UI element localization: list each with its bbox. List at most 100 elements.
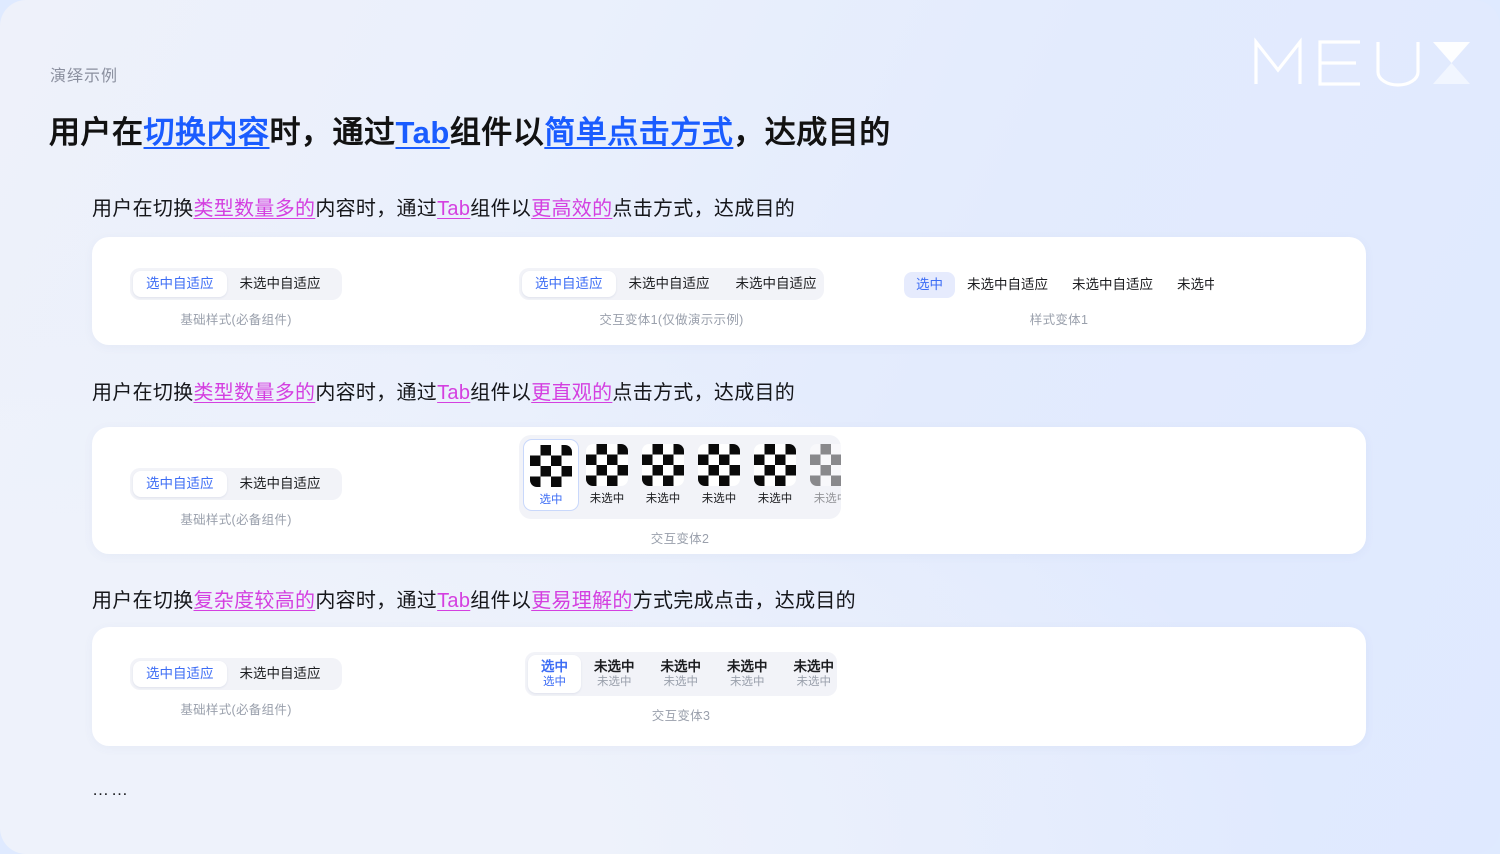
tab-item[interactable]: 未选中自适应 (227, 661, 334, 687)
highlighted-phrase: 复杂度较高的 (193, 590, 316, 612)
tab-group-3-1: 选中自适应 未选中自适应 未选中自适应 未选中自适应 基础样式(必备组件) (130, 658, 342, 718)
statement-3: 用户在切换复杂度较高的内容时，通过Tab组件以更易理解的方式完成点击，达成目的 (92, 584, 856, 613)
highlighted-phrase: 类型数量多的 (193, 382, 316, 404)
highlighted-phrase: Tab (395, 115, 450, 150)
image-tab-bar[interactable]: 选中 未选中 未选中 未选中 未选中 未选 (519, 435, 841, 519)
plain-phrase: ，达成目的 (733, 115, 891, 150)
checkerboard-placeholder-icon (810, 444, 841, 486)
image-tab-item[interactable]: 未选中 (747, 439, 803, 509)
image-tab-label: 未选中 (701, 493, 737, 505)
showcase-card-1: 选中自适应 未选中自适应 未选中自适应 未选中自适应 基础样式(必备组件) 选中… (92, 237, 1366, 345)
meux-logo-x-icon (1433, 42, 1470, 84)
statement-2: 用户在切换类型数量多的内容时，通过Tab组件以更直观的点击方式，达成目的 (92, 376, 795, 405)
tab-item[interactable]: 选中 (904, 272, 955, 298)
image-tab-label: 选中 (539, 494, 563, 506)
tab-item[interactable]: 未选中自适 (1165, 272, 1214, 298)
dual-tab-item[interactable]: 未选中 未选中 (714, 655, 781, 693)
tab-bar[interactable]: 选中自适应 未选中自适应 未选中自适应 未选中自适应 (130, 468, 342, 500)
tab-item[interactable]: 未选中自适应 (227, 471, 334, 497)
plain-phrase: 内容时，通过 (315, 590, 438, 612)
tab-item[interactable]: 选中自适应 (133, 471, 227, 497)
tab-item[interactable]: 未选中自适应 (334, 471, 343, 497)
showcase-card-2: 选中自适应 未选中自适应 未选中自适应 未选中自适应 基础样式(必备组件) 选中… (92, 427, 1366, 554)
plain-phrase: 点击方式，达成目的 (612, 198, 796, 220)
image-tab-label: 未选中 (589, 493, 625, 505)
highlighted-phrase: Tab (437, 382, 471, 404)
group-caption: 交互变体3 (651, 709, 711, 723)
statement-1: 用户在切换类型数量多的内容时，通过Tab组件以更高效的点击方式，达成目的 (92, 192, 795, 221)
plain-phrase: 用户在切换 (92, 590, 194, 612)
tab-item[interactable]: 未选中自适应 (723, 271, 825, 297)
checkerboard-placeholder-icon (530, 445, 572, 487)
group-caption: 基础样式(必备组件) (180, 513, 292, 527)
tab-group-1-3: 选中 未选中自适应 未选中自适应 未选中自适 样式变体1 (904, 270, 1214, 328)
tab-item[interactable]: 未选中自适应 (616, 271, 723, 297)
highlighted-phrase: 更易理解的 (531, 590, 633, 612)
image-tab-item[interactable]: 未选中 (803, 439, 841, 509)
dual-tab-subtitle: 未选中 (597, 675, 632, 688)
tab-bar[interactable]: 选中 未选中自适应 未选中自适应 未选中自适 (904, 270, 1214, 300)
dual-tab-item[interactable]: 未选中 未选中 (781, 655, 838, 693)
meux-logo-icon (1254, 37, 1470, 87)
tab-item[interactable]: 未选中自适应 (227, 271, 334, 297)
page-title: 用户在切换内容时，通过Tab组件以简单点击方式，达成目的 (49, 107, 891, 152)
highlighted-phrase: Tab (437, 198, 471, 220)
image-tab-label: 未选中 (757, 493, 793, 505)
plain-phrase: 组件以 (470, 590, 532, 612)
plain-phrase: 用户在切换 (92, 382, 194, 404)
dual-tab-bar[interactable]: 选中 选中 未选中 未选中 未选中 未选中 未选中 未选中 未选中 未选中 (525, 652, 837, 696)
tab-item[interactable]: 未选中自适应 (955, 272, 1060, 298)
group-caption: 样式变体1 (1029, 313, 1089, 327)
plain-phrase: 内容时，通过 (315, 198, 438, 220)
dual-tab-title: 未选中 (594, 658, 635, 674)
checkerboard-placeholder-icon (754, 444, 796, 486)
image-tab-item[interactable]: 未选中 (635, 439, 691, 509)
plain-phrase: 组件以 (449, 115, 545, 150)
meux-logo (1248, 34, 1478, 90)
tab-item[interactable]: 选中自适应 (133, 661, 227, 687)
dual-tab-title: 未选中 (727, 658, 768, 674)
group-caption: 基础样式(必备组件) (180, 313, 292, 327)
highlighted-phrase: 切换内容 (143, 115, 270, 150)
image-tab-item[interactable]: 未选中 (691, 439, 747, 509)
dual-tab-subtitle: 选中 (543, 675, 566, 688)
continuation-ellipsis: …… (92, 780, 130, 799)
presentation-slide: 演绎示例 用户在切换内容时，通过Tab组件以简单点击方式，达成目的 用户在切换类… (0, 0, 1500, 854)
tab-item[interactable]: 选中自适应 (133, 271, 227, 297)
highlighted-phrase: 简单点击方式 (544, 115, 734, 150)
plain-phrase: 点击方式，达成目的 (612, 382, 796, 404)
highlighted-phrase: 更高效的 (531, 198, 613, 220)
group-caption: 交互变体1(仅做演示示例) (599, 313, 744, 327)
image-tab-item[interactable]: 未选中 (579, 439, 635, 509)
showcase-card-3: 选中自适应 未选中自适应 未选中自适应 未选中自适应 基础样式(必备组件) 选中… (92, 627, 1366, 746)
dual-tab-subtitle: 未选中 (730, 675, 765, 688)
plain-phrase: 组件以 (470, 198, 532, 220)
image-tab-label: 未选中 (645, 493, 681, 505)
group-caption: 基础样式(必备组件) (180, 703, 292, 717)
tab-bar[interactable]: 选中自适应 未选中自适应 未选中自适应 未选中自适应 (130, 658, 342, 690)
image-tab-label: 未选中 (813, 493, 841, 505)
dual-tab-item[interactable]: 未选中 未选中 (648, 655, 715, 693)
checkerboard-placeholder-icon (698, 444, 740, 486)
tab-group-3-2: 选中 选中 未选中 未选中 未选中 未选中 未选中 未选中 未选中 未选中 交互… (525, 652, 837, 724)
tab-bar[interactable]: 选中自适应 未选中自适应 未选中自适应 未选中自适应 (130, 268, 342, 300)
tab-item[interactable]: 未选中自适应 (334, 661, 343, 687)
plain-phrase: 方式完成点击，达成目的 (632, 590, 856, 612)
dual-tab-subtitle: 未选中 (796, 675, 832, 688)
dual-tab-item[interactable]: 选中 选中 (528, 655, 581, 693)
tab-group-1-1: 选中自适应 未选中自适应 未选中自适应 未选中自适应 基础样式(必备组件) (130, 268, 342, 328)
tab-group-2-1: 选中自适应 未选中自适应 未选中自适应 未选中自适应 基础样式(必备组件) (130, 468, 342, 528)
tab-item[interactable]: 未选中自适应 (334, 271, 343, 297)
plain-phrase: 组件以 (470, 382, 532, 404)
tab-bar[interactable]: 选中自适应 未选中自适应 未选中自适应 (519, 268, 824, 300)
tab-item[interactable]: 选中自适应 (522, 271, 616, 297)
dual-tab-title: 未选中 (793, 658, 835, 674)
dual-tab-title: 选中 (541, 658, 568, 674)
highlighted-phrase: Tab (437, 590, 471, 612)
checkerboard-placeholder-icon (642, 444, 684, 486)
dual-tab-item[interactable]: 未选中 未选中 (581, 655, 648, 693)
image-tab-item[interactable]: 选中 (523, 439, 579, 511)
page-kicker: 演绎示例 (50, 68, 119, 85)
tab-item[interactable]: 未选中自适应 (1060, 272, 1165, 298)
plain-phrase: 时，通过 (269, 115, 396, 150)
